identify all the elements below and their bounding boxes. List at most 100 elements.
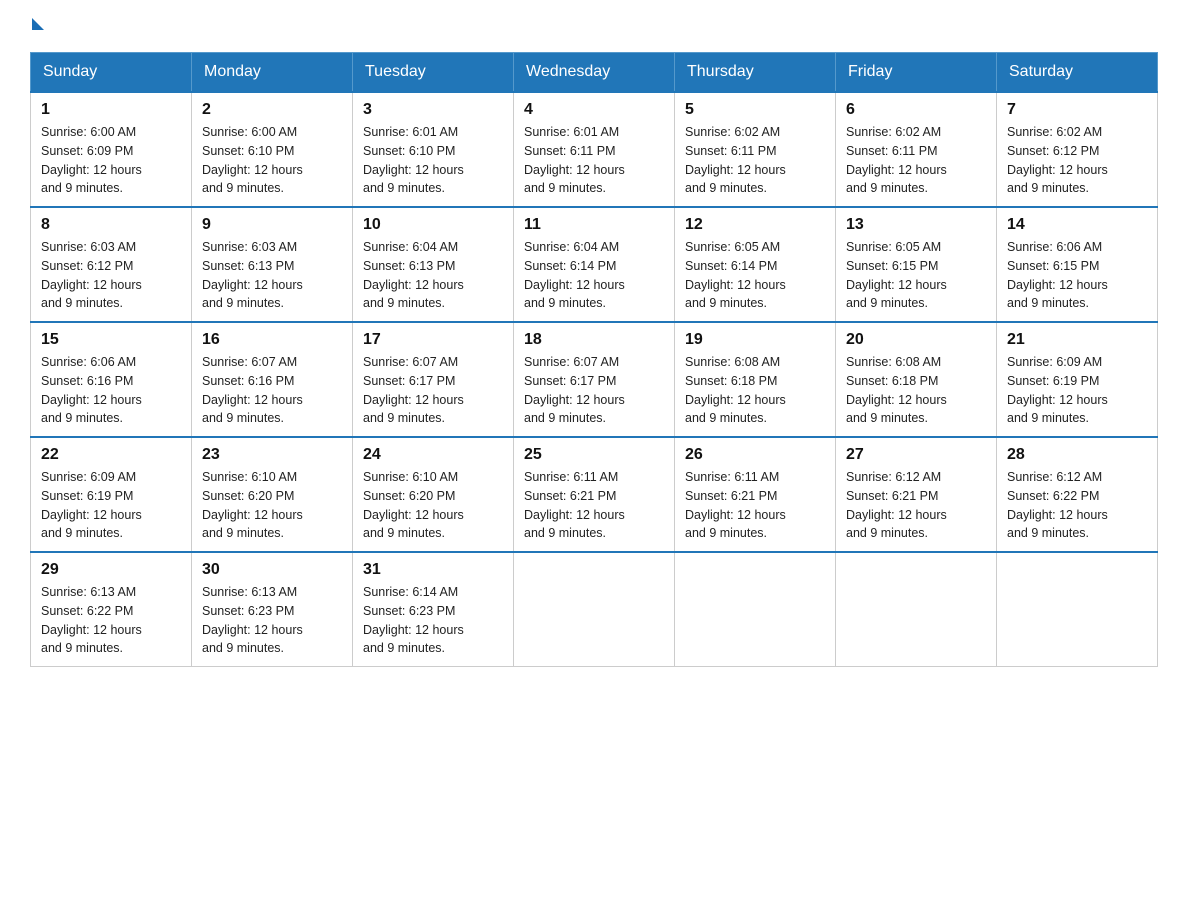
calendar-cell: [675, 552, 836, 667]
day-number: 30: [202, 561, 342, 579]
day-info: Sunrise: 6:03 AM Sunset: 6:13 PM Dayligh…: [202, 238, 342, 313]
week-row-2: 8 Sunrise: 6:03 AM Sunset: 6:12 PM Dayli…: [31, 207, 1158, 322]
day-number: 9: [202, 216, 342, 234]
calendar-cell: 31 Sunrise: 6:14 AM Sunset: 6:23 PM Dayl…: [353, 552, 514, 667]
calendar-cell: 22 Sunrise: 6:09 AM Sunset: 6:19 PM Dayl…: [31, 437, 192, 552]
calendar-cell: 8 Sunrise: 6:03 AM Sunset: 6:12 PM Dayli…: [31, 207, 192, 322]
calendar-cell: 5 Sunrise: 6:02 AM Sunset: 6:11 PM Dayli…: [675, 92, 836, 207]
day-info: Sunrise: 6:02 AM Sunset: 6:11 PM Dayligh…: [846, 123, 986, 198]
day-number: 16: [202, 331, 342, 349]
weekday-header-wednesday: Wednesday: [514, 53, 675, 93]
calendar-cell: 6 Sunrise: 6:02 AM Sunset: 6:11 PM Dayli…: [836, 92, 997, 207]
calendar-cell: 27 Sunrise: 6:12 AM Sunset: 6:21 PM Dayl…: [836, 437, 997, 552]
day-info: Sunrise: 6:01 AM Sunset: 6:10 PM Dayligh…: [363, 123, 503, 198]
day-info: Sunrise: 6:03 AM Sunset: 6:12 PM Dayligh…: [41, 238, 181, 313]
calendar-cell: [836, 552, 997, 667]
day-number: 19: [685, 331, 825, 349]
day-info: Sunrise: 6:13 AM Sunset: 6:23 PM Dayligh…: [202, 583, 342, 658]
day-number: 2: [202, 101, 342, 119]
day-number: 23: [202, 446, 342, 464]
calendar-cell: 15 Sunrise: 6:06 AM Sunset: 6:16 PM Dayl…: [31, 322, 192, 437]
day-info: Sunrise: 6:07 AM Sunset: 6:17 PM Dayligh…: [524, 353, 664, 428]
day-number: 11: [524, 216, 664, 234]
weekday-header-monday: Monday: [192, 53, 353, 93]
calendar-cell: 3 Sunrise: 6:01 AM Sunset: 6:10 PM Dayli…: [353, 92, 514, 207]
weekday-header-thursday: Thursday: [675, 53, 836, 93]
day-info: Sunrise: 6:12 AM Sunset: 6:22 PM Dayligh…: [1007, 468, 1147, 543]
calendar-cell: 9 Sunrise: 6:03 AM Sunset: 6:13 PM Dayli…: [192, 207, 353, 322]
day-info: Sunrise: 6:10 AM Sunset: 6:20 PM Dayligh…: [202, 468, 342, 543]
day-number: 8: [41, 216, 181, 234]
weekday-header-tuesday: Tuesday: [353, 53, 514, 93]
day-number: 13: [846, 216, 986, 234]
day-number: 20: [846, 331, 986, 349]
week-row-1: 1 Sunrise: 6:00 AM Sunset: 6:09 PM Dayli…: [31, 92, 1158, 207]
day-info: Sunrise: 6:04 AM Sunset: 6:13 PM Dayligh…: [363, 238, 503, 313]
day-info: Sunrise: 6:08 AM Sunset: 6:18 PM Dayligh…: [685, 353, 825, 428]
day-info: Sunrise: 6:04 AM Sunset: 6:14 PM Dayligh…: [524, 238, 664, 313]
day-number: 31: [363, 561, 503, 579]
day-number: 10: [363, 216, 503, 234]
calendar-cell: 19 Sunrise: 6:08 AM Sunset: 6:18 PM Dayl…: [675, 322, 836, 437]
day-number: 15: [41, 331, 181, 349]
day-number: 4: [524, 101, 664, 119]
calendar-cell: 17 Sunrise: 6:07 AM Sunset: 6:17 PM Dayl…: [353, 322, 514, 437]
day-number: 14: [1007, 216, 1147, 234]
calendar-cell: 12 Sunrise: 6:05 AM Sunset: 6:14 PM Dayl…: [675, 207, 836, 322]
day-info: Sunrise: 6:11 AM Sunset: 6:21 PM Dayligh…: [524, 468, 664, 543]
calendar-cell: 30 Sunrise: 6:13 AM Sunset: 6:23 PM Dayl…: [192, 552, 353, 667]
weekday-header-sunday: Sunday: [31, 53, 192, 93]
day-number: 24: [363, 446, 503, 464]
day-number: 27: [846, 446, 986, 464]
week-row-4: 22 Sunrise: 6:09 AM Sunset: 6:19 PM Dayl…: [31, 437, 1158, 552]
calendar-cell: 25 Sunrise: 6:11 AM Sunset: 6:21 PM Dayl…: [514, 437, 675, 552]
calendar-cell: 7 Sunrise: 6:02 AM Sunset: 6:12 PM Dayli…: [997, 92, 1158, 207]
calendar-cell: 28 Sunrise: 6:12 AM Sunset: 6:22 PM Dayl…: [997, 437, 1158, 552]
day-info: Sunrise: 6:05 AM Sunset: 6:15 PM Dayligh…: [846, 238, 986, 313]
calendar-cell: 23 Sunrise: 6:10 AM Sunset: 6:20 PM Dayl…: [192, 437, 353, 552]
logo-triangle-icon: [32, 18, 44, 30]
calendar-cell: 20 Sunrise: 6:08 AM Sunset: 6:18 PM Dayl…: [836, 322, 997, 437]
calendar-cell: 24 Sunrise: 6:10 AM Sunset: 6:20 PM Dayl…: [353, 437, 514, 552]
weekday-header-row: SundayMondayTuesdayWednesdayThursdayFrid…: [31, 53, 1158, 93]
calendar-cell: 18 Sunrise: 6:07 AM Sunset: 6:17 PM Dayl…: [514, 322, 675, 437]
day-info: Sunrise: 6:02 AM Sunset: 6:12 PM Dayligh…: [1007, 123, 1147, 198]
day-info: Sunrise: 6:06 AM Sunset: 6:16 PM Dayligh…: [41, 353, 181, 428]
day-info: Sunrise: 6:13 AM Sunset: 6:22 PM Dayligh…: [41, 583, 181, 658]
calendar-cell: 11 Sunrise: 6:04 AM Sunset: 6:14 PM Dayl…: [514, 207, 675, 322]
day-info: Sunrise: 6:07 AM Sunset: 6:16 PM Dayligh…: [202, 353, 342, 428]
day-number: 29: [41, 561, 181, 579]
calendar-cell: 14 Sunrise: 6:06 AM Sunset: 6:15 PM Dayl…: [997, 207, 1158, 322]
day-info: Sunrise: 6:07 AM Sunset: 6:17 PM Dayligh…: [363, 353, 503, 428]
day-info: Sunrise: 6:14 AM Sunset: 6:23 PM Dayligh…: [363, 583, 503, 658]
day-number: 26: [685, 446, 825, 464]
weekday-header-saturday: Saturday: [997, 53, 1158, 93]
day-info: Sunrise: 6:00 AM Sunset: 6:09 PM Dayligh…: [41, 123, 181, 198]
week-row-3: 15 Sunrise: 6:06 AM Sunset: 6:16 PM Dayl…: [31, 322, 1158, 437]
calendar-cell: [514, 552, 675, 667]
calendar-cell: 1 Sunrise: 6:00 AM Sunset: 6:09 PM Dayli…: [31, 92, 192, 207]
calendar-cell: 10 Sunrise: 6:04 AM Sunset: 6:13 PM Dayl…: [353, 207, 514, 322]
day-number: 3: [363, 101, 503, 119]
day-info: Sunrise: 6:05 AM Sunset: 6:14 PM Dayligh…: [685, 238, 825, 313]
day-number: 1: [41, 101, 181, 119]
day-number: 6: [846, 101, 986, 119]
day-number: 7: [1007, 101, 1147, 119]
calendar-cell: 21 Sunrise: 6:09 AM Sunset: 6:19 PM Dayl…: [997, 322, 1158, 437]
day-number: 28: [1007, 446, 1147, 464]
day-number: 12: [685, 216, 825, 234]
calendar-cell: 29 Sunrise: 6:13 AM Sunset: 6:22 PM Dayl…: [31, 552, 192, 667]
day-info: Sunrise: 6:09 AM Sunset: 6:19 PM Dayligh…: [1007, 353, 1147, 428]
calendar-cell: 2 Sunrise: 6:00 AM Sunset: 6:10 PM Dayli…: [192, 92, 353, 207]
day-number: 22: [41, 446, 181, 464]
day-number: 18: [524, 331, 664, 349]
week-row-5: 29 Sunrise: 6:13 AM Sunset: 6:22 PM Dayl…: [31, 552, 1158, 667]
day-info: Sunrise: 6:12 AM Sunset: 6:21 PM Dayligh…: [846, 468, 986, 543]
day-info: Sunrise: 6:08 AM Sunset: 6:18 PM Dayligh…: [846, 353, 986, 428]
day-info: Sunrise: 6:06 AM Sunset: 6:15 PM Dayligh…: [1007, 238, 1147, 313]
day-number: 25: [524, 446, 664, 464]
calendar-cell: [997, 552, 1158, 667]
calendar-cell: 13 Sunrise: 6:05 AM Sunset: 6:15 PM Dayl…: [836, 207, 997, 322]
calendar-cell: 16 Sunrise: 6:07 AM Sunset: 6:16 PM Dayl…: [192, 322, 353, 437]
calendar-cell: 26 Sunrise: 6:11 AM Sunset: 6:21 PM Dayl…: [675, 437, 836, 552]
